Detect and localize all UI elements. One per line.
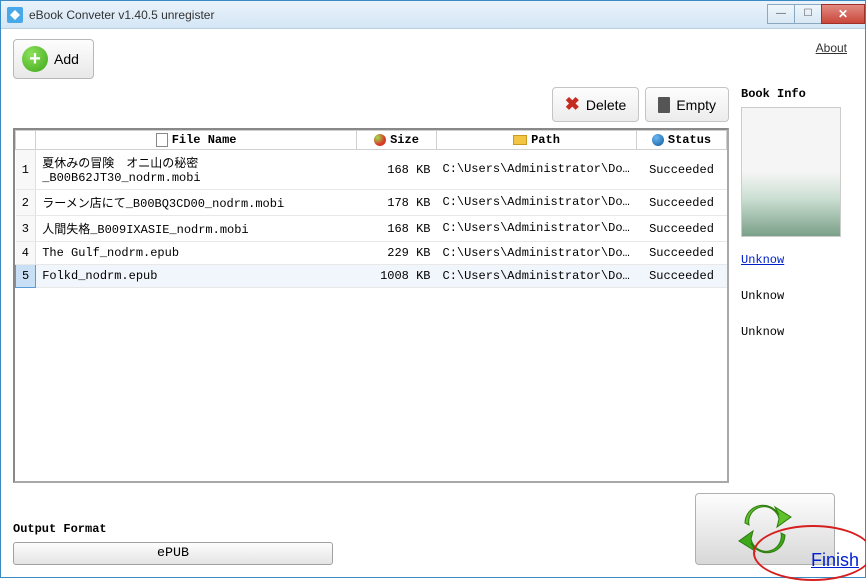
cell-path: C:\Users\Administrator\Document… [437,265,637,288]
maximize-button[interactable]: ☐ [794,4,822,24]
delete-button-label: Delete [586,97,626,113]
book-cover [741,107,841,237]
row-index: 2 [16,190,36,216]
empty-button-label: Empty [676,97,716,113]
col-status: Status [668,133,711,147]
table-row[interactable]: 3人間失格_B009IXASIE_nodrm.mobi168 KBC:\User… [16,216,727,242]
cell-path: C:\Users\Administrator\Document… [437,190,637,216]
empty-button[interactable]: Empty [645,87,729,122]
col-filename: File Name [172,133,237,147]
minimize-button[interactable]: — [767,4,795,24]
col-size: Size [390,133,419,147]
table-row[interactable]: 2ラーメン店にて_B00BQ3CD00_nodrm.mobi178 KBC:\U… [16,190,727,216]
cell-size: 168 KB [357,150,437,190]
cell-size: 229 KB [357,242,437,265]
book-info-link[interactable]: Unknow [741,253,853,267]
row-index: 3 [16,216,36,242]
cell-status: Succeeded [637,242,727,265]
globe-icon [374,134,386,146]
row-index: 5 [16,265,36,288]
titlebar[interactable]: eBook Conveter v1.40.5 unregister — ☐ ✕ [1,1,865,29]
cell-path: C:\Users\Administrator\Document… [437,242,637,265]
cell-size: 1008 KB [357,265,437,288]
table-row[interactable]: 4The Gulf_nodrm.epub229 KBC:\Users\Admin… [16,242,727,265]
delete-icon: ✖ [565,94,580,115]
app-window: eBook Conveter v1.40.5 unregister — ☐ ✕ … [0,0,866,578]
window-title: eBook Conveter v1.40.5 unregister [29,8,768,22]
finish-link[interactable]: Finish [811,550,859,570]
close-button[interactable]: ✕ [821,4,865,24]
cell-filename: ラーメン店にて_B00BQ3CD00_nodrm.mobi [36,190,357,216]
window-controls: — ☐ ✕ [768,4,865,24]
about-link[interactable]: About [816,41,847,55]
book-info-label: Book Info [741,87,853,101]
cell-status: Succeeded [637,150,727,190]
output-format-button[interactable]: ePUB [13,542,333,565]
cell-status: Succeeded [637,216,727,242]
cell-path: C:\Users\Administrator\Document… [437,150,637,190]
file-table: File Name Size Path Status 1夏休みの冒険 オニ山の秘… [13,128,729,483]
add-button-label: Add [54,51,79,67]
cell-status: Succeeded [637,190,727,216]
app-icon [7,7,23,23]
page-icon [156,133,168,147]
folder-icon [513,135,527,145]
cell-size: 178 KB [357,190,437,216]
row-index: 4 [16,242,36,265]
delete-button[interactable]: ✖ Delete [552,87,640,122]
cell-size: 168 KB [357,216,437,242]
ball-icon [652,134,664,146]
book-info-line2: Unknow [741,289,853,303]
table-row[interactable]: 1夏休みの冒険 オニ山の秘密_B00B62JT30_nodrm.mobi168 … [16,150,727,190]
cell-filename: The Gulf_nodrm.epub [36,242,357,265]
row-index: 1 [16,150,36,190]
book-info-panel: Book Info Unknow Unknow Unknow [741,87,853,483]
content-area: About + Add ✖ Delete Empty [1,29,865,577]
output-format-label: Output Format [13,522,333,536]
trash-icon [658,97,670,113]
cell-filename: Folkd_nodrm.epub [36,265,357,288]
table-row[interactable]: 5Folkd_nodrm.epub1008 KBC:\Users\Adminis… [16,265,727,288]
cell-status: Succeeded [637,265,727,288]
cell-path: C:\Users\Administrator\Document… [437,216,637,242]
col-path: Path [531,133,560,147]
cell-filename: 人間失格_B009IXASIE_nodrm.mobi [36,216,357,242]
book-info-line3: Unknow [741,325,853,339]
cell-filename: 夏休みの冒険 オニ山の秘密_B00B62JT30_nodrm.mobi [36,150,357,190]
convert-icon [735,503,795,555]
add-button[interactable]: + Add [13,39,94,79]
plus-icon: + [22,46,48,72]
